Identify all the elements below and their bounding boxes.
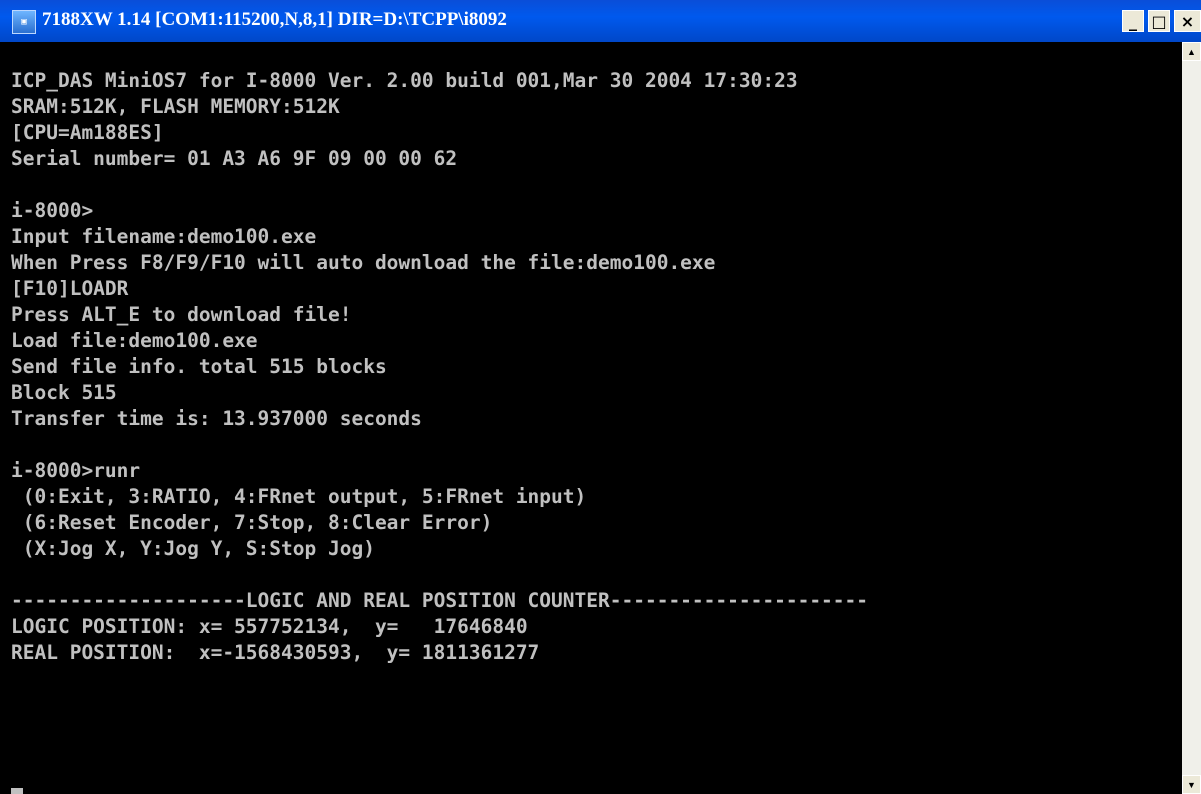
window-left-border <box>0 42 8 794</box>
terminal-line: [CPU=Am188ES] <box>11 121 164 144</box>
terminal-line: SRAM:512K, FLASH MEMORY:512K <box>11 95 340 118</box>
terminal-line: ICP_DAS MiniOS7 for I-8000 Ver. 2.00 bui… <box>11 69 798 92</box>
terminal-line: Serial number= 01 A3 A6 9F 09 00 00 62 <box>11 147 458 170</box>
terminal-line: --------------------LOGIC AND REAL POSIT… <box>11 589 869 612</box>
text-cursor <box>11 788 23 794</box>
maximize-button[interactable]: □ <box>1148 10 1170 32</box>
terminal-line: Load file:demo100.exe <box>11 329 258 352</box>
terminal-line: i-8000> <box>11 199 94 222</box>
terminal-line: (X:Jog X, Y:Jog Y, S:Stop Jog) <box>11 537 375 560</box>
scroll-down-button[interactable]: ▼ <box>1182 775 1201 794</box>
title-bar[interactable]: ▣ 7188XW 1.14 [COM1:115200,N,8,1] DIR=D:… <box>0 0 1201 42</box>
terminal-line: When Press F8/F9/F10 will auto download … <box>11 251 716 274</box>
terminal-line: Transfer time is: 13.937000 seconds <box>11 407 422 430</box>
terminal-line: Send file info. total 515 blocks <box>11 355 387 378</box>
window-title: 7188XW 1.14 [COM1:115200,N,8,1] DIR=D:\T… <box>42 9 507 30</box>
terminal-line: Press ALT_E to download file! <box>11 303 352 326</box>
terminal-line: i-8000>runr <box>11 459 141 482</box>
terminal-line: Block 515 <box>11 381 117 404</box>
terminal-line: [F10]LOADR <box>11 277 129 300</box>
terminal-window: ▣ 7188XW 1.14 [COM1:115200,N,8,1] DIR=D:… <box>0 0 1201 794</box>
terminal-output[interactable]: ICP_DAS MiniOS7 for I-8000 Ver. 2.00 bui… <box>8 42 1182 794</box>
close-button[interactable]: × <box>1174 10 1201 32</box>
vertical-scrollbar[interactable]: ▲ ▼ <box>1182 42 1201 794</box>
minimize-button[interactable]: _ <box>1122 10 1144 32</box>
terminal-line: LOGIC POSITION: x= 557752134, y= 1764684… <box>11 615 528 638</box>
scroll-up-button[interactable]: ▲ <box>1182 42 1201 61</box>
terminal-app-icon[interactable]: ▣ <box>12 10 36 34</box>
terminal-line: (0:Exit, 3:RATIO, 4:FRnet output, 5:FRne… <box>11 485 587 508</box>
terminal-line: Input filename:demo100.exe <box>11 225 317 248</box>
terminal-line: (6:Reset Encoder, 7:Stop, 8:Clear Error) <box>11 511 493 534</box>
terminal-line: REAL POSITION: x=-1568430593, y= 1811361… <box>11 641 540 664</box>
